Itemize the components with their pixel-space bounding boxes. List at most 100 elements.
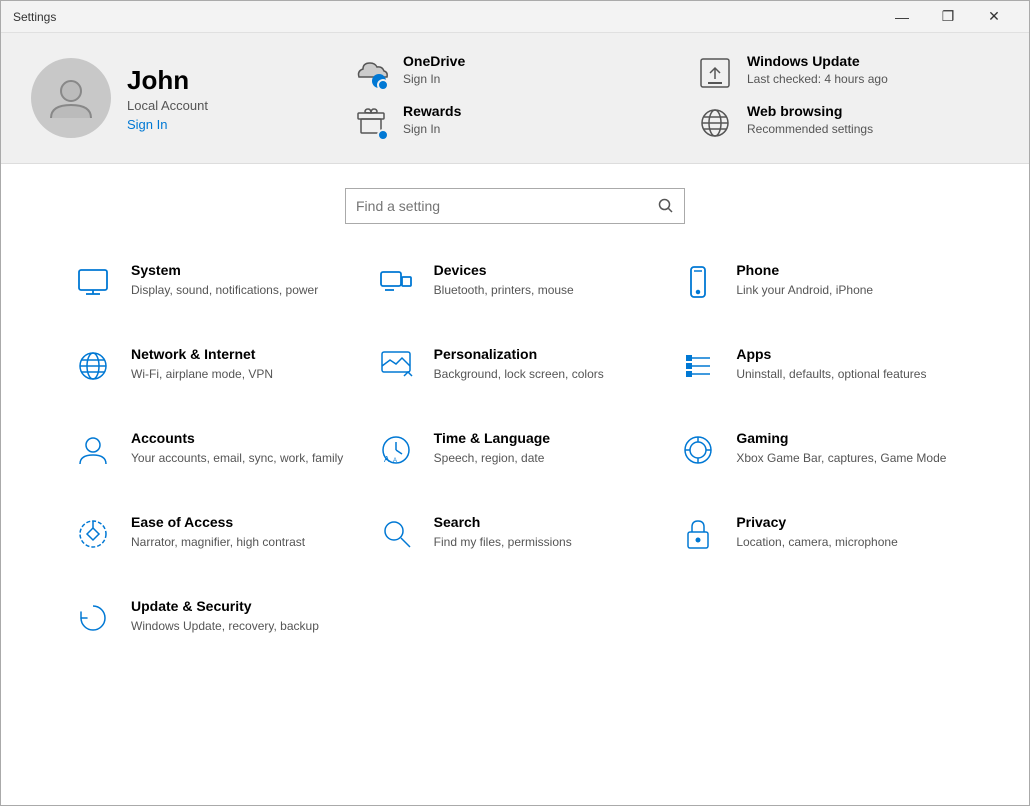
privacy-desc: Location, camera, microphone [736, 533, 897, 551]
apps-text: Apps Uninstall, defaults, optional featu… [736, 344, 926, 383]
service-windows-update[interactable]: Windows Update Last checked: 4 hours ago [695, 53, 999, 93]
ease-of-access-icon [71, 512, 115, 556]
setting-privacy[interactable]: Privacy Location, camera, microphone [666, 492, 969, 576]
personalization-desc: Background, lock screen, colors [434, 365, 604, 383]
system-desc: Display, sound, notifications, power [131, 281, 318, 299]
web-browsing-icon [695, 103, 735, 143]
search-text: Search Find my files, permissions [434, 512, 572, 551]
web-browsing-name: Web browsing [747, 103, 873, 119]
setting-devices[interactable]: Devices Bluetooth, printers, mouse [364, 240, 667, 324]
onedrive-sub: Sign In [403, 71, 465, 88]
gaming-desc: Xbox Game Bar, captures, Game Mode [736, 449, 946, 467]
account-type: Local Account [127, 98, 208, 113]
gaming-text: Gaming Xbox Game Bar, captures, Game Mod… [736, 428, 946, 467]
setting-search[interactable]: Search Find my files, permissions [364, 492, 667, 576]
system-title: System [131, 262, 318, 278]
search-box [345, 188, 685, 224]
setting-apps[interactable]: Apps Uninstall, defaults, optional featu… [666, 324, 969, 408]
privacy-icon [676, 512, 720, 556]
gaming-icon [676, 428, 720, 472]
web-browsing-text: Web browsing Recommended settings [747, 103, 873, 138]
header-section: John Local Account Sign In OneDrive Sign… [1, 33, 1029, 164]
privacy-title: Privacy [736, 514, 897, 530]
main-content: System Display, sound, notifications, po… [1, 240, 1029, 804]
phone-desc: Link your Android, iPhone [736, 281, 873, 299]
time-language-text: Time & Language Speech, region, date [434, 428, 550, 467]
onedrive-name: OneDrive [403, 53, 465, 69]
phone-text: Phone Link your Android, iPhone [736, 260, 873, 299]
gaming-title: Gaming [736, 430, 946, 446]
svg-text:A: A [393, 458, 397, 464]
personalization-text: Personalization Background, lock screen,… [434, 344, 604, 383]
system-icon [71, 260, 115, 304]
titlebar: Settings — ❐ ✕ [1, 1, 1029, 33]
rewards-sub: Sign In [403, 121, 461, 138]
service-web-browsing[interactable]: Web browsing Recommended settings [695, 103, 999, 143]
time-language-title: Time & Language [434, 430, 550, 446]
update-security-title: Update & Security [131, 598, 319, 614]
onedrive-badge [377, 79, 389, 91]
search-input[interactable] [356, 198, 650, 214]
rewards-name: Rewards [403, 103, 461, 119]
apps-icon [676, 344, 720, 388]
rewards-badge [377, 129, 389, 141]
ease-of-access-desc: Narrator, magnifier, high contrast [131, 533, 305, 551]
accounts-title: Accounts [131, 430, 343, 446]
personalization-icon [374, 344, 418, 388]
windows-update-name: Windows Update [747, 53, 888, 69]
close-button[interactable]: ✕ [971, 1, 1017, 33]
search-icon [658, 198, 674, 214]
personalization-title: Personalization [434, 346, 604, 362]
system-text: System Display, sound, notifications, po… [131, 260, 318, 299]
update-security-icon [71, 596, 115, 640]
rewards-text: Rewards Sign In [403, 103, 461, 138]
time-language-icon: AA [374, 428, 418, 472]
network-icon [71, 344, 115, 388]
settings-grid: System Display, sound, notifications, po… [61, 240, 969, 660]
setting-time-language[interactable]: AA Time & Language Speech, region, date [364, 408, 667, 492]
accounts-desc: Your accounts, email, sync, work, family [131, 449, 343, 467]
user-section: John Local Account Sign In [31, 58, 311, 138]
setting-system[interactable]: System Display, sound, notifications, po… [61, 240, 364, 324]
windows-update-text: Windows Update Last checked: 4 hours ago [747, 53, 888, 88]
rewards-icon [351, 103, 391, 143]
search-setting-icon [374, 512, 418, 556]
apps-desc: Uninstall, defaults, optional features [736, 365, 926, 383]
time-language-desc: Speech, region, date [434, 449, 550, 467]
setting-network[interactable]: Network & Internet Wi-Fi, airplane mode,… [61, 324, 364, 408]
user-info: John Local Account Sign In [127, 65, 208, 132]
ease-of-access-text: Ease of Access Narrator, magnifier, high… [131, 512, 305, 551]
ease-of-access-title: Ease of Access [131, 514, 305, 530]
setting-accounts[interactable]: Accounts Your accounts, email, sync, wor… [61, 408, 364, 492]
minimize-button[interactable]: — [879, 1, 925, 33]
onedrive-icon [351, 53, 391, 93]
update-security-desc: Windows Update, recovery, backup [131, 617, 319, 635]
devices-icon [374, 260, 418, 304]
setting-gaming[interactable]: Gaming Xbox Game Bar, captures, Game Mod… [666, 408, 969, 492]
devices-text: Devices Bluetooth, printers, mouse [434, 260, 574, 299]
update-security-text: Update & Security Windows Update, recove… [131, 596, 319, 635]
signin-link[interactable]: Sign In [127, 117, 208, 132]
search-container [1, 164, 1029, 240]
apps-title: Apps [736, 346, 926, 362]
setting-update-security[interactable]: Update & Security Windows Update, recove… [61, 576, 364, 660]
setting-personalization[interactable]: Personalization Background, lock screen,… [364, 324, 667, 408]
setting-phone[interactable]: Phone Link your Android, iPhone [666, 240, 969, 324]
search-desc: Find my files, permissions [434, 533, 572, 551]
services-section: OneDrive Sign In Windows Update Last che… [351, 53, 999, 143]
network-title: Network & Internet [131, 346, 273, 362]
web-browsing-sub: Recommended settings [747, 121, 873, 138]
username: John [127, 65, 208, 96]
windows-update-icon [695, 53, 735, 93]
privacy-text: Privacy Location, camera, microphone [736, 512, 897, 551]
network-desc: Wi-Fi, airplane mode, VPN [131, 365, 273, 383]
devices-desc: Bluetooth, printers, mouse [434, 281, 574, 299]
accounts-icon [71, 428, 115, 472]
onedrive-text: OneDrive Sign In [403, 53, 465, 88]
service-onedrive[interactable]: OneDrive Sign In [351, 53, 655, 93]
setting-ease-of-access[interactable]: Ease of Access Narrator, magnifier, high… [61, 492, 364, 576]
window-controls: — ❐ ✕ [879, 1, 1017, 33]
network-text: Network & Internet Wi-Fi, airplane mode,… [131, 344, 273, 383]
restore-button[interactable]: ❐ [925, 1, 971, 33]
service-rewards[interactable]: Rewards Sign In [351, 103, 655, 143]
